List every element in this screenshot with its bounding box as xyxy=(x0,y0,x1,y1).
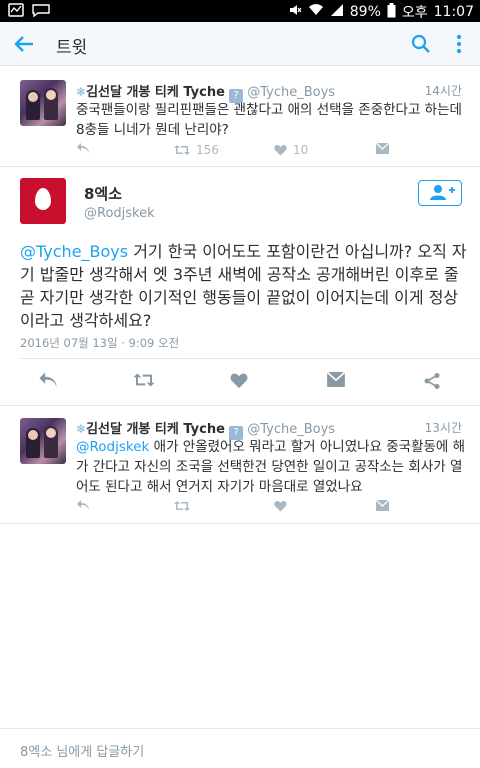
reply-icon xyxy=(77,500,89,511)
signal-icon xyxy=(330,3,344,21)
status-bar: 89% 오후 11:07 xyxy=(0,0,480,22)
like-button[interactable] xyxy=(230,372,248,393)
divider xyxy=(0,405,480,406)
app-bar: 트윗 xyxy=(0,22,480,66)
reply-icon xyxy=(39,372,57,389)
message-button[interactable] xyxy=(376,500,389,511)
divider xyxy=(20,358,480,359)
search-icon xyxy=(411,34,430,53)
more-vertical-icon xyxy=(456,34,462,54)
tweet-text: 중국팬들이랑 필리핀팬들은 괜찮다고 애의 선택을 존중한다고 하는데 8충들 … xyxy=(76,102,462,138)
tweet-time: 14시간 xyxy=(424,84,462,98)
message-button[interactable] xyxy=(326,371,346,391)
reply-input-bar[interactable]: 8엑소 님에게 답글하기 xyxy=(0,728,480,768)
follow-user-icon xyxy=(430,185,455,200)
avatar[interactable] xyxy=(20,418,66,464)
share-button[interactable] xyxy=(423,372,441,394)
clock-time: 11:07 xyxy=(433,4,474,20)
heart-icon xyxy=(230,373,248,389)
reply-input-placeholder[interactable]: 8엑소 님에게 답글하기 xyxy=(20,741,144,760)
heart-icon xyxy=(274,145,287,156)
divider xyxy=(0,523,480,524)
reply-button[interactable] xyxy=(38,372,58,394)
author-handle: @Tyche_Boys xyxy=(247,85,336,100)
divider xyxy=(0,166,480,167)
retweet-button[interactable]: 156 xyxy=(174,143,219,157)
retweet-icon xyxy=(174,501,190,511)
tweet-actions xyxy=(0,371,480,396)
chat-icon xyxy=(32,3,50,21)
reply-button[interactable] xyxy=(76,500,90,512)
author-handle: @Rodjskek xyxy=(84,206,155,221)
like-button[interactable]: 10 xyxy=(274,143,308,157)
wifi-icon xyxy=(308,3,324,21)
tweet-timestamp: 2016년 07월 13일 · 9:09 오전 xyxy=(20,336,180,350)
reply-icon xyxy=(77,143,89,154)
mention-link[interactable]: @Tyche_Boys xyxy=(20,242,128,261)
envelope-icon xyxy=(326,371,346,387)
envelope-icon xyxy=(376,500,389,511)
avatar[interactable] xyxy=(20,80,66,126)
tweet-text: @Tyche_Boys 거기 한국 이어도도 포함이란건 아십니까? 오직 자기… xyxy=(20,240,468,332)
page-title: 트윗 xyxy=(56,38,88,58)
retweet-icon xyxy=(174,145,190,155)
notification-icon xyxy=(8,3,24,21)
snowflake-icon: ❄ xyxy=(76,422,87,436)
author-name[interactable]: 8엑소 xyxy=(84,183,122,204)
retweet-button[interactable] xyxy=(133,372,155,392)
tweet-time: 13시간 xyxy=(424,421,462,435)
avatar[interactable] xyxy=(20,178,66,224)
back-button[interactable] xyxy=(10,30,38,58)
arrow-left-icon xyxy=(14,36,33,52)
more-options-button[interactable] xyxy=(446,31,472,57)
like-count: 10 xyxy=(293,143,309,157)
tweet-text: @Rodjskek 애가 안올렸어오 뭐라고 할거 아니였나요 중국활동에 해가… xyxy=(76,437,468,497)
clock-ampm: 오후 xyxy=(401,5,428,21)
author-handle: @Tyche_Boys xyxy=(247,422,336,437)
share-icon xyxy=(424,373,440,389)
heart-icon xyxy=(274,501,287,512)
tweet-actions: 156 10 xyxy=(76,143,456,161)
retweet-button[interactable] xyxy=(174,500,190,512)
author-name: 김선달 개봉 티케 Tyche xyxy=(86,422,225,437)
like-button[interactable] xyxy=(274,500,287,512)
author-name: 김선달 개봉 티케 Tyche xyxy=(86,85,225,100)
retweet-icon xyxy=(133,373,155,387)
reply-button[interactable] xyxy=(76,143,90,155)
battery-percent: 89% xyxy=(349,4,381,20)
retweet-count: 156 xyxy=(196,143,219,157)
battery-icon xyxy=(387,2,396,22)
snowflake-icon: ❄ xyxy=(76,85,87,99)
mention-link[interactable]: @Rodjskek xyxy=(76,439,149,455)
envelope-icon xyxy=(376,143,389,154)
search-button[interactable] xyxy=(408,31,434,57)
follow-button[interactable] xyxy=(418,180,462,206)
message-button[interactable] xyxy=(376,143,389,154)
mute-icon xyxy=(288,3,302,21)
tweet-actions xyxy=(76,500,456,518)
